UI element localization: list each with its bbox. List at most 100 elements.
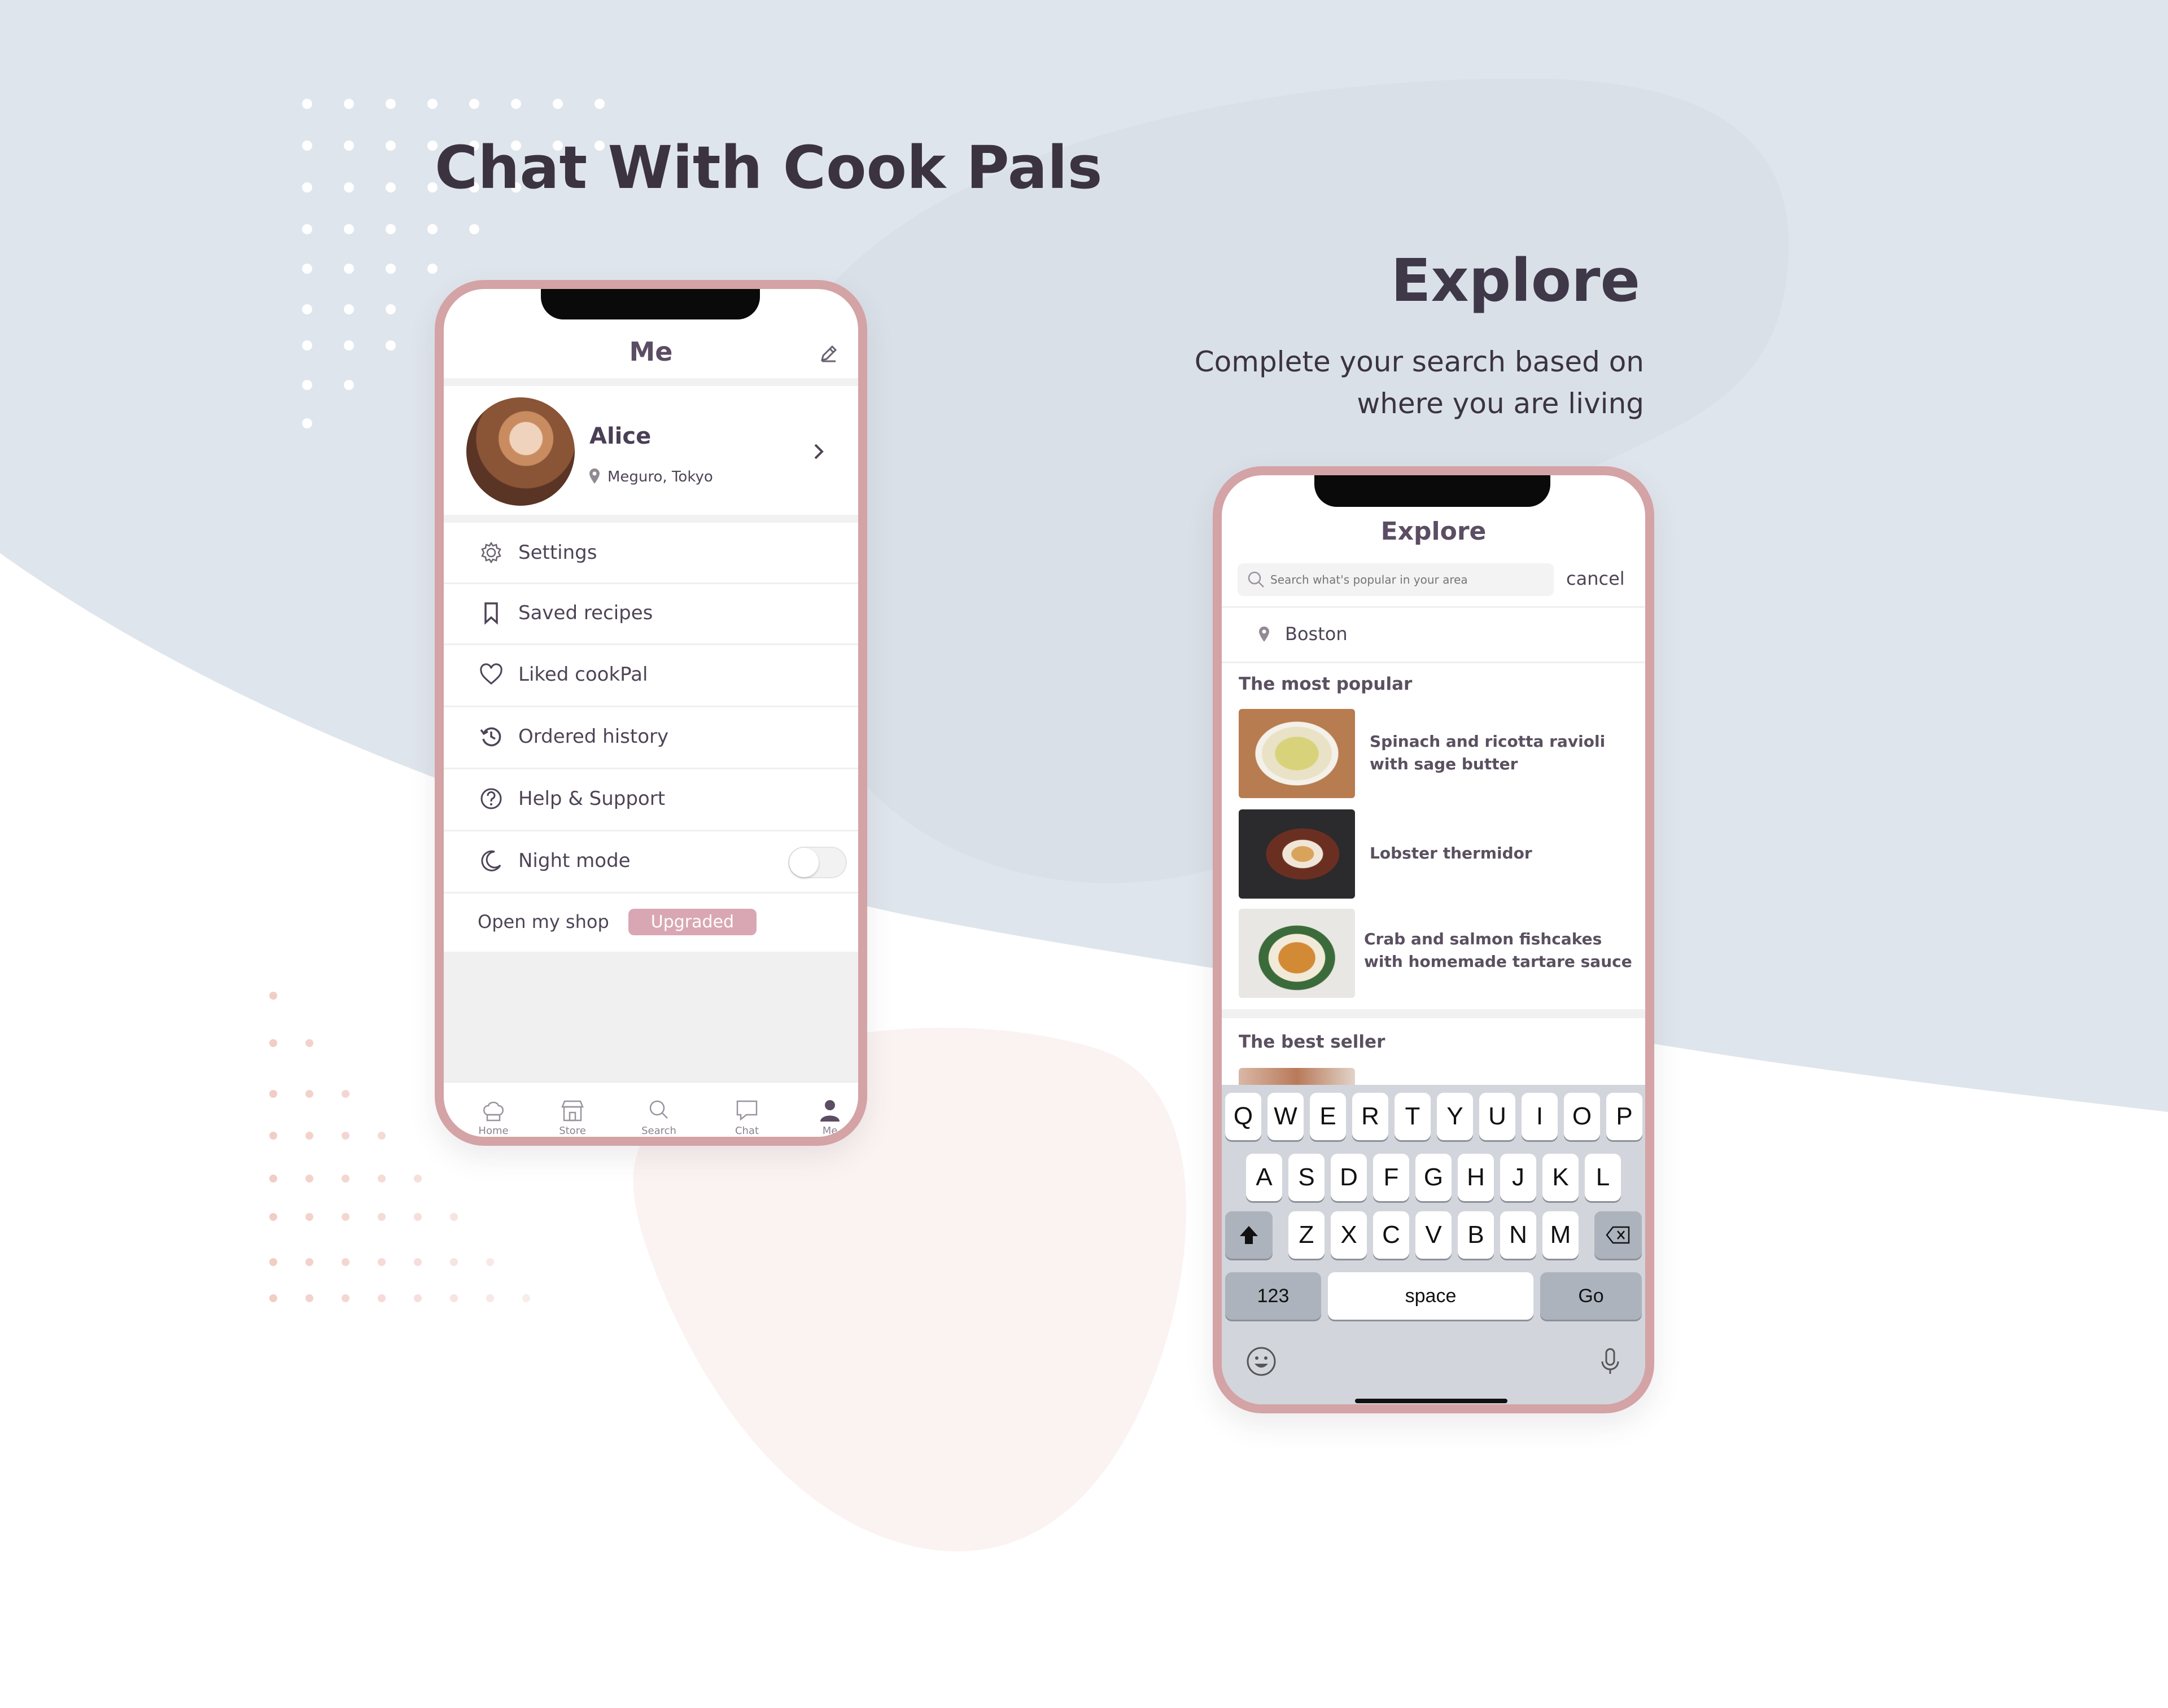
space-key[interactable]: space [1328,1272,1533,1320]
night-mode-toggle[interactable] [788,847,847,878]
dot [486,1258,494,1266]
microphone-icon[interactable] [1594,1346,1626,1379]
chevron-right-icon[interactable] [812,441,825,464]
dot [378,1213,386,1221]
menu-item-ordered-history[interactable]: Ordered history [444,706,858,769]
key-p[interactable]: P [1606,1093,1642,1140]
food-title-line1: Spinach and ricotta ravioli [1370,732,1606,751]
dot [553,99,563,109]
food-title-line2: with sage butter [1370,755,1518,773]
tab-home[interactable]: Home [462,1098,524,1137]
key-h[interactable]: H [1458,1154,1494,1201]
key-a[interactable]: A [1246,1154,1282,1201]
key-n[interactable]: N [1500,1211,1536,1259]
key-q[interactable]: Q [1225,1093,1261,1140]
go-key[interactable]: Go [1540,1272,1642,1320]
moon-icon [475,845,507,877]
key-j[interactable]: J [1500,1154,1536,1201]
search-bar [1238,563,1554,596]
dot [344,264,354,274]
key-i[interactable]: I [1522,1093,1558,1140]
dot [305,1090,313,1098]
numbers-key[interactable]: 123 [1225,1272,1321,1320]
key-e[interactable]: E [1310,1093,1346,1140]
key-k[interactable]: K [1542,1154,1579,1201]
profile-card[interactable]: Alice Meguro, Tokyo [444,386,858,515]
screen-title: Explore [1380,517,1487,546]
pencil-icon[interactable] [818,342,840,365]
key-x[interactable]: X [1331,1211,1367,1259]
dot [269,992,277,1000]
menu-item-settings[interactable]: Settings [444,523,858,584]
cancel-button[interactable]: cancel [1566,568,1625,589]
bookmark-icon [475,597,507,629]
key-r[interactable]: R [1352,1093,1388,1140]
key-d[interactable]: D [1331,1154,1367,1201]
dot [450,1213,458,1221]
divider [444,378,858,386]
dot [414,1294,422,1302]
food-thumbnail [1239,709,1355,798]
key-o[interactable]: O [1564,1093,1600,1140]
explore-section-title: Explore [1391,246,1641,315]
key-l[interactable]: L [1585,1154,1621,1201]
key-v[interactable]: V [1415,1211,1452,1259]
chef-hat-icon [483,1101,504,1122]
location-label[interactable]: Boston [1285,623,1348,645]
key-u[interactable]: U [1479,1093,1515,1140]
key-c[interactable]: C [1373,1211,1409,1259]
menu-item-help-support[interactable]: Help & Support [444,768,858,831]
tab-search[interactable]: Search [628,1098,690,1137]
key-f[interactable]: F [1373,1154,1409,1201]
food-title-line1: Lobster thermidor [1370,844,1532,862]
food-title-line2: with homemade tartare sauce [1364,952,1632,971]
dot [302,182,312,192]
key-s[interactable]: S [1288,1154,1325,1201]
dot [486,1294,494,1302]
dot [305,1294,313,1302]
heart-icon [475,659,507,690]
dot [302,99,312,109]
food-item[interactable]: Crab and salmon fishcakes with homemade … [1239,909,1634,998]
key-y[interactable]: Y [1437,1093,1473,1140]
key-w[interactable]: W [1267,1093,1304,1140]
section-heading-most-popular: The most popular [1239,674,1413,694]
upgraded-badge[interactable]: Upgraded [628,908,757,935]
dot [305,1039,313,1047]
tab-store[interactable]: Store [541,1098,604,1137]
key-m[interactable]: M [1542,1211,1579,1259]
location-pin-icon [1258,625,1270,645]
tab-chat[interactable]: Chat [716,1098,778,1137]
dot [378,1175,386,1183]
dot [269,1132,277,1140]
key-t[interactable]: T [1395,1093,1431,1140]
search-input[interactable] [1269,568,1542,592]
menu-item-saved-recipes[interactable]: Saved recipes [444,583,858,645]
phone-me-screen: Me Alice Meguro, Tokyo Settings Saved re… [435,280,867,1146]
dot [386,340,396,351]
menu-item-liked-cookpal[interactable]: Liked cookPal [444,643,858,707]
dot [344,304,354,314]
backspace-key[interactable] [1594,1211,1642,1259]
key-b[interactable]: B [1458,1211,1494,1259]
dot [305,1175,313,1183]
dot [427,224,438,234]
background [0,0,2168,1552]
emoji-icon[interactable] [1245,1346,1277,1379]
user-icon [820,1100,840,1122]
dot [342,1213,349,1221]
food-item[interactable]: Lobster thermidor [1239,809,1634,899]
search-icon [1247,570,1266,592]
dot [269,1039,277,1047]
dot [344,141,354,151]
dot [302,304,312,314]
dot [427,99,438,109]
key-z[interactable]: Z [1288,1211,1325,1259]
store-icon [561,1100,584,1122]
dot [342,1294,349,1302]
shift-key[interactable] [1225,1211,1273,1259]
key-g[interactable]: G [1415,1154,1452,1201]
tab-me[interactable]: Me [799,1098,858,1137]
dot [302,380,312,390]
food-item[interactable]: Spinach and ricotta ravioli with sage bu… [1239,709,1634,798]
